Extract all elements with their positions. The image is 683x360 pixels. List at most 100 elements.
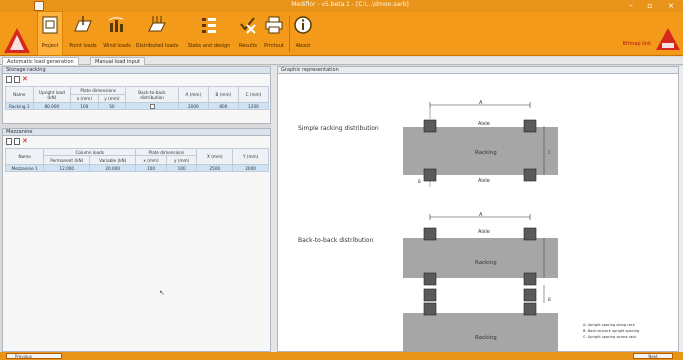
- col-plate-x: x (mm): [135, 155, 167, 165]
- ribbon-project-button[interactable]: Project: [37, 11, 63, 56]
- cell-plate-x[interactable]: 100: [70, 102, 99, 110]
- point-loads-icon: [74, 16, 92, 32]
- simple-aisle-bottom: Aisle: [478, 178, 490, 184]
- cell-plate-y[interactable]: 100: [165, 164, 198, 172]
- add-row-icon[interactable]: [6, 76, 12, 83]
- delete-row-icon[interactable]: ✕: [22, 138, 28, 145]
- b2b-dim-a: A: [479, 212, 483, 218]
- tab-automatic-load-generation[interactable]: Automatic load generation: [2, 57, 79, 65]
- ribbon-about-button[interactable]: About: [292, 12, 314, 55]
- b2b-racking-diagram: [403, 214, 558, 353]
- maximize-button[interactable]: ▫: [641, 0, 659, 12]
- window-title: Mediflor - v5.beta.1 - [C:\...\dmon.sarb…: [291, 1, 409, 8]
- legend-a: A: Upright spacing along rack: [583, 323, 635, 327]
- delete-row-icon[interactable]: ✕: [22, 76, 28, 83]
- cell-upright-load[interactable]: 80.000: [32, 102, 72, 110]
- mezzanine-toolbar: ✕: [3, 136, 270, 146]
- mezzanine-table: Name Column loads Plate dimensions X (mm…: [4, 148, 269, 172]
- mezzanine-title: Mezzanine: [3, 129, 270, 136]
- b2b-distribution-label: Back-to-back distribution: [298, 237, 374, 244]
- ribbon-point-loads-label: Point loads: [69, 43, 97, 49]
- col-big-x: X (mm): [196, 148, 234, 165]
- col-plate-x: x (mm): [70, 94, 99, 103]
- b2b-dim-b: B: [548, 297, 551, 302]
- ribbon-wind-loads-button[interactable]: Wind loads: [102, 12, 132, 55]
- printer-icon: [265, 16, 283, 34]
- add-row-icon[interactable]: [6, 138, 12, 145]
- b2b-aisle: Aisle: [478, 229, 490, 235]
- b2b-checkbox[interactable]: [149, 103, 155, 109]
- cell-big-y[interactable]: 2000: [232, 164, 269, 172]
- close-button[interactable]: ×: [662, 0, 680, 12]
- mezzanine-panel: Mezzanine ✕ Name Column loads Plate dime…: [2, 128, 271, 352]
- col-name: Name: [4, 148, 45, 165]
- cell-plate-y[interactable]: 50: [97, 102, 127, 110]
- cell-b2b[interactable]: [125, 102, 179, 110]
- cell-variable[interactable]: 20.000: [89, 164, 137, 172]
- col-upright-load: Upright load (kN): [32, 86, 72, 103]
- ribbon: Project Point loads Wind loads Distribut…: [0, 11, 683, 56]
- cell-name[interactable]: Racking 1: [5, 102, 34, 110]
- col-variable: Variable (kN): [89, 155, 137, 165]
- cell-name[interactable]: Mezzanine 1: [4, 164, 45, 172]
- col-plate-y: y (mm): [165, 155, 198, 165]
- ribbon-slabs-design-button[interactable]: Slabs and design: [184, 12, 234, 55]
- info-icon: [294, 16, 312, 34]
- col-column-loads: Column loads: [43, 148, 137, 156]
- cell-c[interactable]: 1200: [237, 102, 270, 110]
- next-button[interactable]: Next: [633, 353, 673, 359]
- table-row[interactable]: Racking 1 80.000 100 50 2000 800 1200: [5, 102, 270, 110]
- cell-a[interactable]: 2000: [177, 102, 209, 110]
- col-c: C (mm): [237, 86, 270, 103]
- col-name: Name: [5, 86, 34, 103]
- ribbon-results-label: Results: [238, 43, 258, 49]
- ribbon-distributed-loads-label: Distributed loads: [135, 43, 179, 49]
- col-a: A (mm): [177, 86, 209, 103]
- copy-row-icon[interactable]: [14, 138, 20, 145]
- ribbon-project-label: Project: [41, 43, 59, 49]
- ribbon-distributed-loads-button[interactable]: Distributed loads: [134, 12, 180, 55]
- previous-button[interactable]: Previous: [6, 353, 62, 359]
- ribbon-about-label: About: [295, 43, 311, 49]
- copy-row-icon[interactable]: [14, 76, 20, 83]
- simple-aisle-top: Aisle: [478, 121, 490, 127]
- cell-plate-x[interactable]: 100: [135, 164, 167, 172]
- legend-c: C: Upright spacing across rack: [583, 335, 637, 339]
- ribbon-printout-label: Printout: [264, 43, 284, 49]
- simple-dim-a: A: [479, 100, 483, 106]
- simple-dim-b: B: [418, 179, 421, 184]
- ribbon-printout-button[interactable]: Printout: [262, 12, 286, 55]
- vertical-scrollbar[interactable]: [679, 66, 683, 352]
- storage-racking-title: Storage racking: [3, 67, 270, 74]
- simple-racking-diagram: [403, 102, 558, 187]
- app-logo-icon[interactable]: [2, 26, 32, 56]
- ribbon-results-button[interactable]: Results: [236, 12, 260, 55]
- ribbon-slabs-design-label: Slabs and design: [187, 43, 231, 49]
- storage-racking-panel: Storage racking ✕ Name Upright load (kN)…: [2, 66, 271, 124]
- simple-distribution-label: Simple racking distribution: [298, 125, 379, 132]
- storage-table: Name Upright load (kN) Plate dimensions …: [5, 86, 270, 110]
- brand-logo-icon: [656, 28, 680, 50]
- simple-dim-c: C: [548, 150, 551, 155]
- title-bar: Mediflor - v5.beta.1 - [C:\...\dmon.sarb…: [0, 0, 683, 12]
- tab-manual-load-input[interactable]: Manual load input: [90, 57, 145, 65]
- b2b-racking-bottom-label: Racking: [475, 335, 497, 341]
- slabs-design-icon: [202, 18, 216, 33]
- ribbon-right-link[interactable]: Bitmap link: [623, 41, 651, 47]
- cell-big-x[interactable]: 2500: [196, 164, 234, 172]
- cell-permanent[interactable]: 12.000: [43, 164, 91, 172]
- ribbon-point-loads-button[interactable]: Point loads: [66, 12, 100, 55]
- minimize-button[interactable]: –: [622, 0, 640, 12]
- table-row[interactable]: Mezzanine 1 12.000 20.000 100 100 2500 2…: [4, 164, 269, 172]
- graphic-title: Graphic representation: [278, 67, 678, 74]
- col-b2b: Back-to-back distribution: [125, 86, 179, 103]
- col-permanent: Permanent (kN): [43, 155, 91, 165]
- legend-b: B: Back-to-back upright spacing: [583, 329, 640, 333]
- simple-racking-label: Racking: [475, 150, 497, 156]
- col-plate-dims: Plate dimensions: [70, 86, 127, 95]
- project-icon: [42, 16, 58, 34]
- cell-b[interactable]: 800: [207, 102, 239, 110]
- storage-toolbar: ✕: [3, 74, 270, 84]
- quick-access-save-icon[interactable]: [34, 1, 44, 11]
- col-plate-dims: Plate dimensions: [135, 148, 198, 156]
